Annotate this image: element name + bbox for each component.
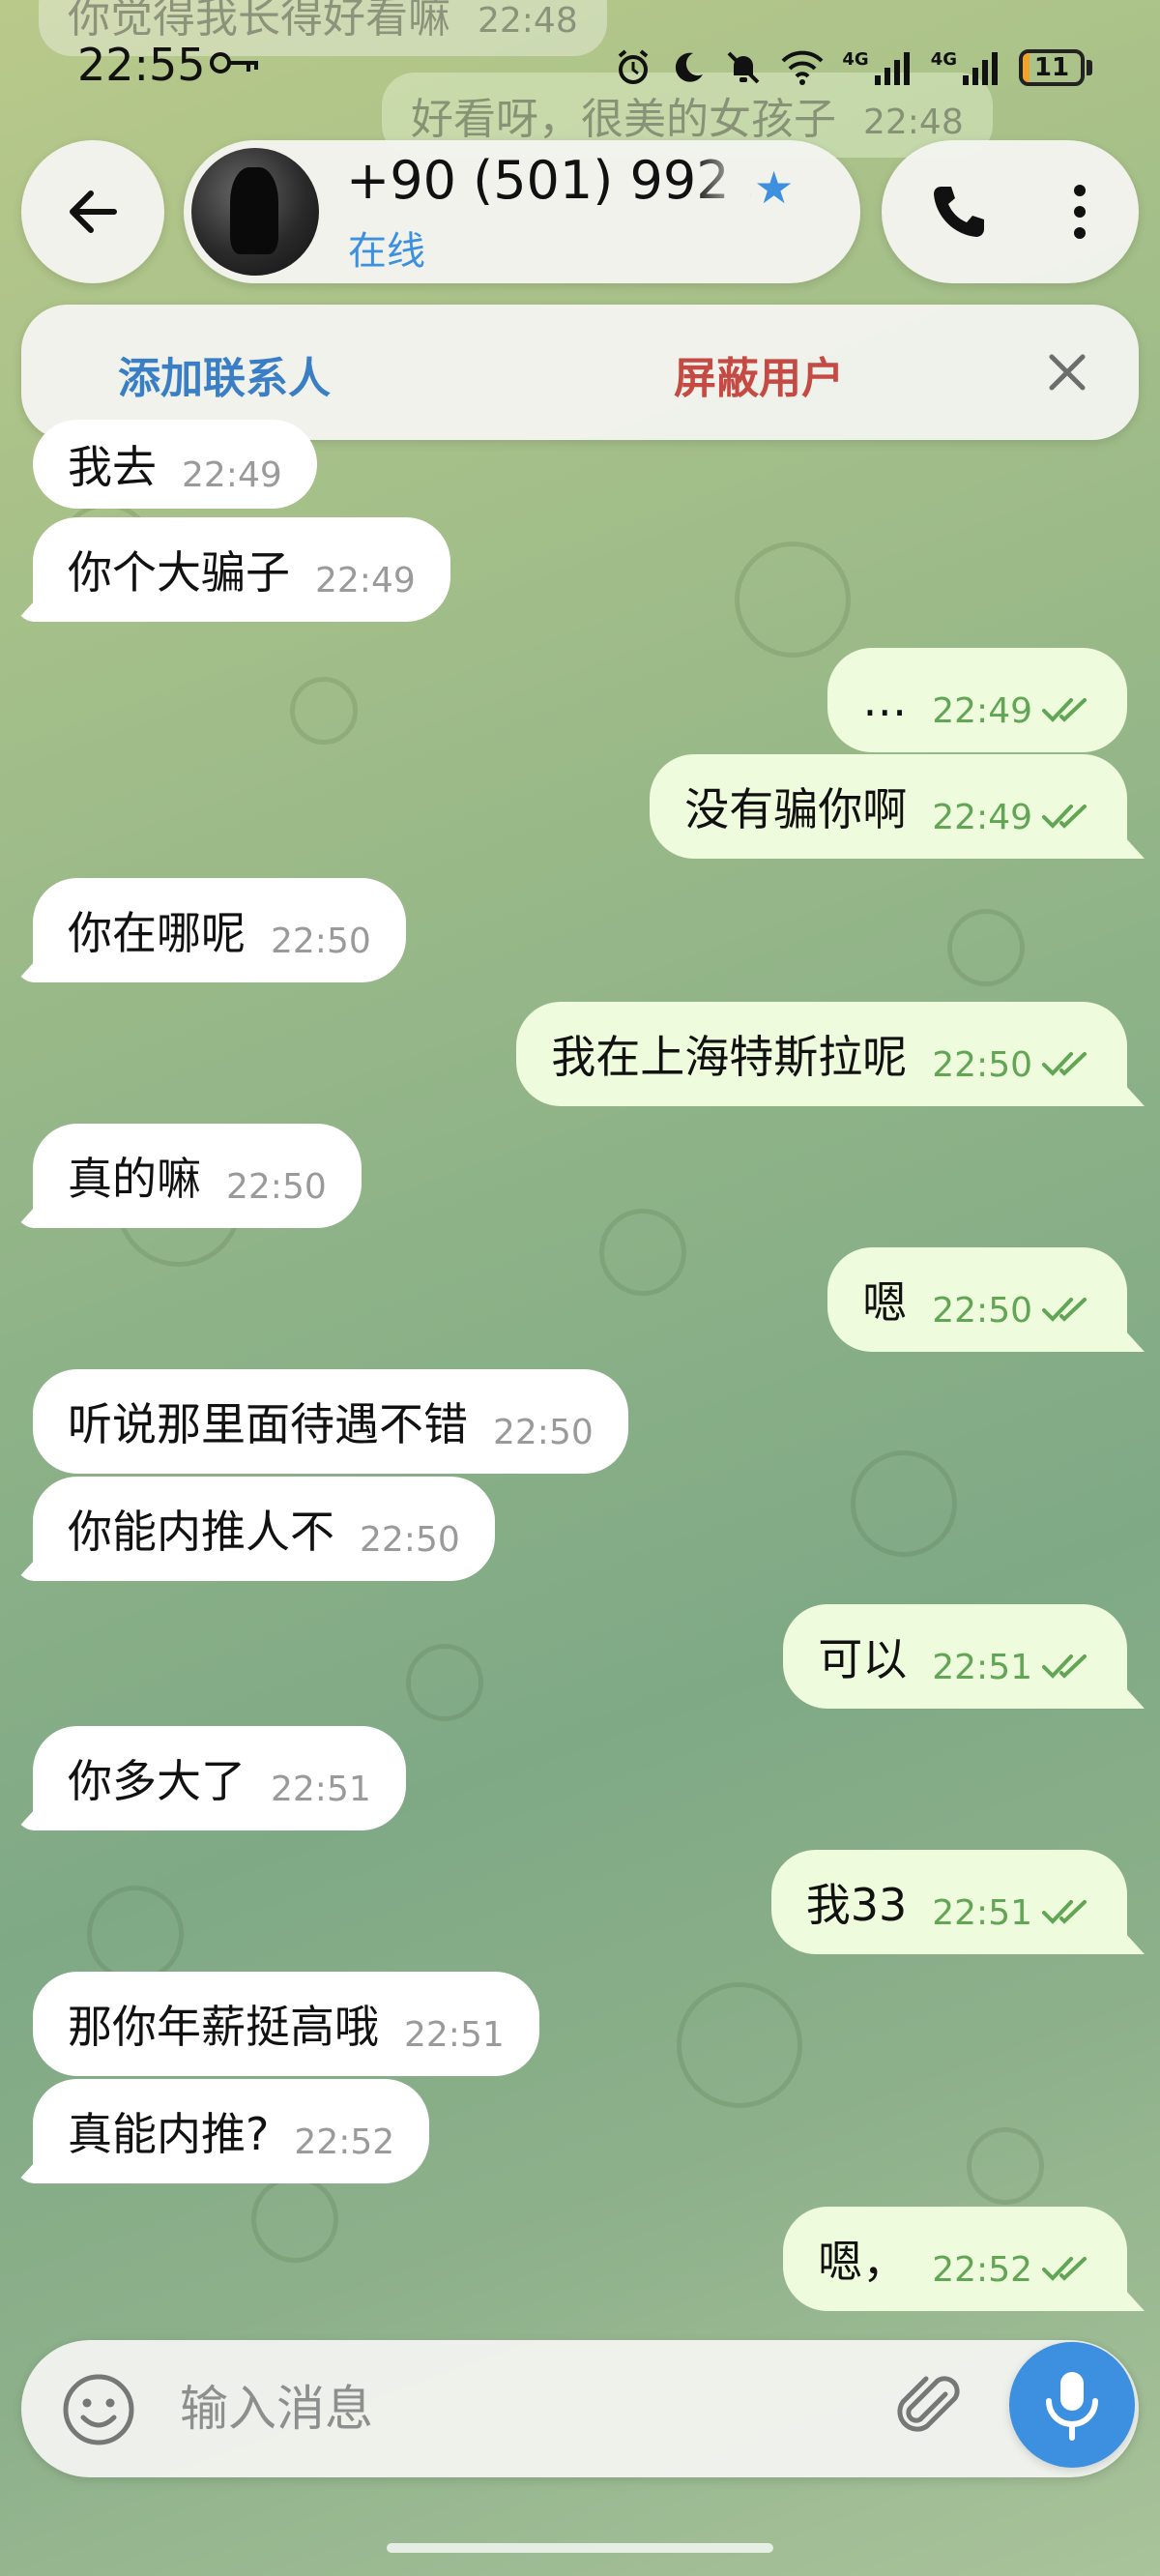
paperclip-icon — [897, 2376, 960, 2432]
outgoing-message[interactable]: 嗯， 22:52 — [783, 2207, 1127, 2311]
message-text: 你多大了 — [68, 1755, 246, 1807]
double-check-icon — [1042, 2257, 1087, 2281]
incoming-message[interactable]: 那你年薪挺高哦 22:51 — [33, 1972, 539, 2076]
message-text: 嗯 — [862, 1276, 908, 1329]
contact-name: +90 (501) 992 34 — [346, 150, 752, 211]
incoming-message[interactable]: 真的嘛 22:50 — [33, 1124, 362, 1228]
star-icon: ★ — [754, 161, 795, 214]
message-text: … — [862, 674, 908, 726]
message-text: 嗯， — [818, 2236, 908, 2288]
incoming-message[interactable]: 我去 22:49 — [33, 420, 317, 509]
incoming-message[interactable]: 你多大了 22:51 — [33, 1726, 406, 1830]
message-text: 你个大骗子 — [68, 546, 290, 599]
add-contact-button[interactable]: 添加联系人 — [118, 343, 331, 405]
signal-icon — [963, 52, 998, 85]
double-check-icon — [1042, 1052, 1087, 1076]
microphone-icon — [1046, 2372, 1098, 2441]
signal-icon — [874, 52, 910, 85]
message-text: 那你年薪挺高哦 — [68, 2001, 379, 2053]
header-actions — [882, 140, 1139, 283]
message-time: 22:50 — [493, 1412, 594, 1452]
arrow-left-icon — [70, 190, 117, 233]
message-text: 我去 — [68, 441, 157, 493]
contact-header[interactable]: +90 (501) 992 34 ★ 在线 — [184, 140, 860, 283]
double-check-icon — [1042, 1298, 1087, 1322]
message-time: 22:50 — [932, 1290, 1032, 1331]
incoming-message[interactable]: 听说那里面待遇不错 22:50 — [33, 1369, 628, 1474]
emoji-button[interactable] — [60, 2371, 137, 2448]
message-text: 我在上海特斯拉呢 — [551, 1031, 908, 1083]
incoming-message[interactable]: 你在哪呢 22:50 — [33, 878, 406, 982]
message-text: 真的嘛 — [68, 1153, 201, 1205]
voice-message-button[interactable] — [1009, 2342, 1135, 2468]
message-text: 你能内推人不 — [68, 1506, 334, 1558]
close-icon — [1049, 354, 1086, 391]
wifi-icon — [781, 50, 824, 85]
message-time: 22:49 — [182, 454, 282, 495]
message-time: 22:52 — [294, 2122, 395, 2162]
emoji-icon — [63, 2374, 134, 2445]
message-time: 22:50 — [271, 921, 371, 961]
double-check-icon — [1042, 1654, 1087, 1679]
network-label-1: 4G — [842, 48, 869, 70]
battery-icon: 11 — [1019, 49, 1092, 86]
message-time: 22:50 — [360, 1519, 460, 1560]
call-button[interactable] — [920, 173, 998, 250]
muted-bell-icon — [727, 51, 760, 84]
message-text: 没有骗你啊 — [684, 783, 908, 835]
moon-icon — [676, 52, 704, 82]
outgoing-message[interactable]: 没有骗你啊 22:49 — [650, 754, 1127, 859]
outgoing-message[interactable]: 可以 22:51 — [783, 1604, 1127, 1709]
message-time: 22:49 — [315, 560, 416, 600]
message-time: 22:50 — [932, 1044, 1032, 1085]
status-bar: 22:55 4G 4G 11 — [0, 0, 1160, 135]
message-time: 22:49 — [932, 797, 1032, 837]
status-icons: 4G 4G 11 — [614, 48, 1092, 87]
message-text: 真能内推? — [68, 2108, 270, 2160]
message-time: 22:50 — [226, 1166, 327, 1207]
message-composer — [21, 2340, 1139, 2477]
message-time: 22:51 — [932, 1892, 1032, 1933]
attach-button[interactable] — [891, 2369, 969, 2446]
status-time: 22:55 — [77, 39, 206, 91]
message-input[interactable] — [178, 2369, 858, 2448]
alarm-icon — [619, 49, 649, 84]
message-time: 22:49 — [932, 690, 1032, 731]
message-time: 22:51 — [932, 1647, 1032, 1687]
outgoing-message[interactable]: … 22:49 — [827, 648, 1127, 752]
contact-status: 在线 — [348, 229, 425, 274]
home-indicator — [387, 2543, 773, 2553]
message-text: 我33 — [805, 1879, 908, 1931]
phone-icon — [934, 187, 984, 237]
block-user-button[interactable]: 屏蔽用户 — [674, 343, 844, 405]
outgoing-message[interactable]: 嗯 22:50 — [827, 1247, 1127, 1352]
double-check-icon — [1042, 805, 1087, 829]
more-options-button[interactable] — [1041, 173, 1118, 250]
outgoing-message[interactable]: 我33 22:51 — [770, 1850, 1127, 1954]
incoming-message[interactable]: 你能内推人不 22:50 — [33, 1477, 495, 1581]
message-time: 22:51 — [404, 2014, 505, 2055]
incoming-message[interactable]: 真能内推? 22:52 — [33, 2079, 430, 2183]
message-time: 22:51 — [271, 1769, 371, 1809]
avatar[interactable] — [191, 148, 319, 276]
incoming-message[interactable]: 你个大骗子 22:49 — [33, 517, 450, 622]
outgoing-message[interactable]: 我在上海特斯拉呢 22:50 — [516, 1002, 1127, 1106]
more-vertical-icon — [1074, 185, 1086, 239]
close-action-bar-button[interactable] — [1034, 339, 1100, 405]
double-check-icon — [1042, 698, 1087, 722]
message-text: 可以 — [818, 1633, 908, 1685]
vpn-key-icon — [210, 52, 258, 73]
message-text: 你在哪呢 — [68, 907, 246, 959]
double-check-icon — [1042, 1900, 1087, 1924]
message-text: 听说那里面待遇不错 — [68, 1398, 468, 1450]
message-time: 22:52 — [932, 2249, 1032, 2290]
network-label-2: 4G — [930, 48, 957, 70]
back-button[interactable] — [21, 140, 164, 283]
